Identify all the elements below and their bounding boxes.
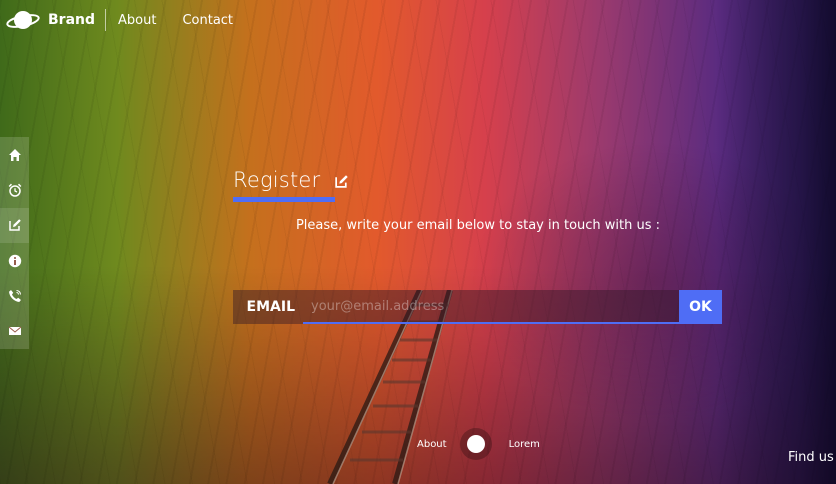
register-title: Register <box>233 168 321 192</box>
planet-icon <box>6 11 40 29</box>
info-icon <box>8 254 21 267</box>
brand-name: Brand <box>48 9 107 31</box>
toggle-right-label[interactable]: Lorem <box>509 439 540 450</box>
register-section: Register <box>233 165 349 202</box>
top-navbar: Brand About Contact <box>0 0 233 40</box>
ok-button[interactable]: OK <box>679 290 722 324</box>
nav-link-contact[interactable]: Contact <box>182 13 233 28</box>
find-us-text: Find us o <box>788 450 836 465</box>
side-menu <box>0 137 29 349</box>
email-label: EMAIL <box>233 290 303 324</box>
sidebar-item-info[interactable] <box>0 243 29 278</box>
register-underline <box>233 197 335 202</box>
toggle-knob <box>466 435 485 453</box>
register-tagline: Please, write your email below to stay i… <box>295 218 661 233</box>
sidebar-item-mail[interactable] <box>0 313 29 348</box>
edit-icon <box>335 174 349 188</box>
phone-icon <box>8 289 21 302</box>
nav-link-about[interactable]: About <box>118 13 156 28</box>
brand[interactable]: Brand <box>0 0 107 40</box>
toggle-switch[interactable] <box>459 428 492 460</box>
sidebar-item-phone[interactable] <box>0 278 29 313</box>
alarm-clock-icon <box>8 183 21 197</box>
sidebar-item-alarm[interactable] <box>0 172 29 207</box>
background-shade <box>716 0 836 484</box>
toggle-left-label[interactable]: About <box>417 439 447 450</box>
sidebar-item-home[interactable] <box>0 137 29 172</box>
email-subscribe-form: EMAIL OK <box>233 290 722 324</box>
mail-icon <box>8 326 21 336</box>
register-heading: Register <box>233 165 349 195</box>
background-texture <box>0 0 836 484</box>
email-input[interactable] <box>303 290 679 324</box>
home-icon <box>8 148 21 161</box>
bottom-toggle-bar: About Lorem <box>417 428 540 460</box>
